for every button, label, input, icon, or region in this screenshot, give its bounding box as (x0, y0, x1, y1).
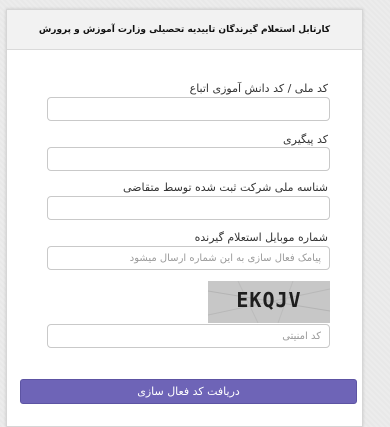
company-id-label: شناسه ملی شرکت ثبت شده توسط متقاضی (123, 181, 328, 194)
tracking-code-label: کد پیگیری (283, 133, 328, 146)
submit-button-label: دریافت کد فعال سازی (137, 385, 240, 398)
company-id-input[interactable] (47, 196, 330, 220)
captcha-image: EKQJV (208, 281, 330, 323)
national-code-input[interactable] (47, 97, 330, 121)
panel-header: کارتابل استعلام گیرندگان تاییدیه تحصیلی … (7, 10, 362, 50)
national-code-label: کد ملی / کد دانش آموزی اتباع (189, 82, 328, 95)
mobile-label: شماره موبایل استعلام گیرنده (194, 231, 328, 244)
panel-title: کارتابل استعلام گیرندگان تاییدیه تحصیلی … (38, 24, 331, 35)
tracking-code-input[interactable] (47, 147, 330, 171)
get-activation-code-button[interactable]: دریافت کد فعال سازی (20, 379, 357, 404)
security-code-input[interactable] (47, 324, 330, 348)
form-panel: کارتابل استعلام گیرندگان تاییدیه تحصیلی … (6, 9, 363, 427)
captcha-text: EKQJV (236, 288, 302, 312)
mobile-input[interactable] (47, 246, 330, 270)
